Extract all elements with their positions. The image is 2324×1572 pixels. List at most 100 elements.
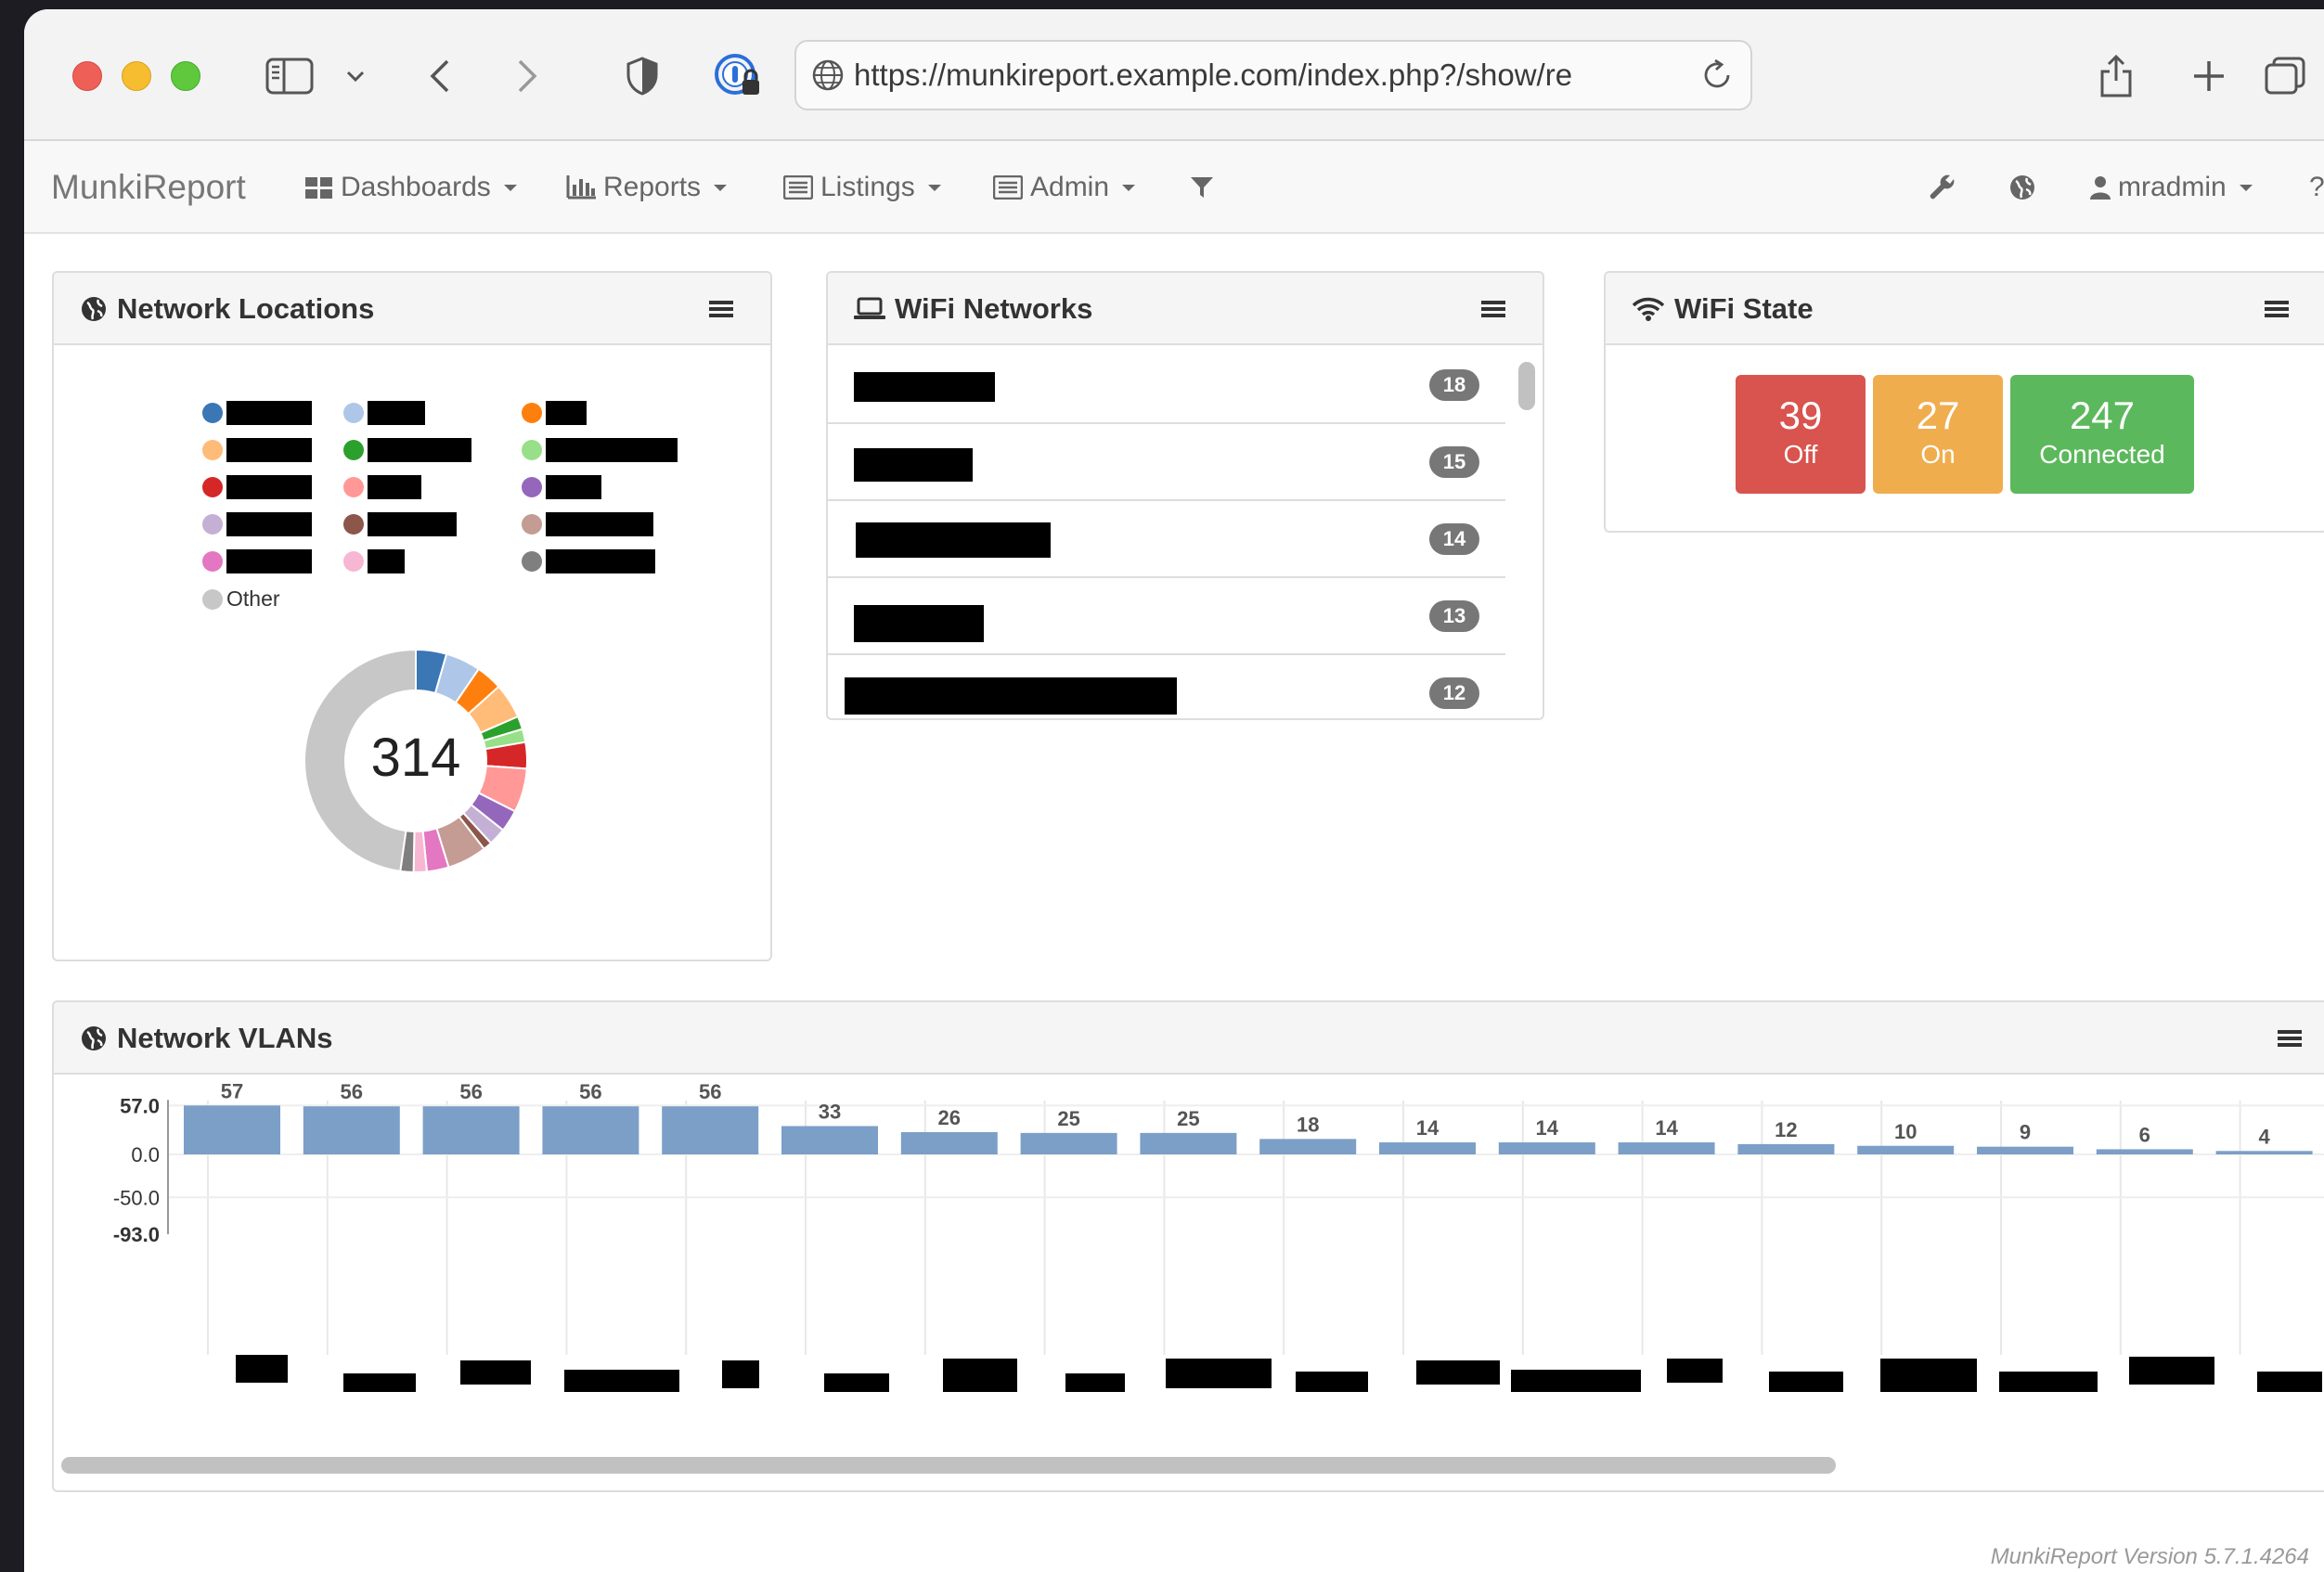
list-item[interactable]: 12 xyxy=(828,655,1505,718)
nav-admin-label: Admin xyxy=(1030,172,1110,202)
legend-item xyxy=(202,512,312,536)
filter-icon[interactable] xyxy=(1190,141,1214,234)
close-window-button[interactable] xyxy=(72,61,102,91)
bar[interactable] xyxy=(1140,1132,1237,1154)
legend-dot xyxy=(343,403,364,423)
bar[interactable] xyxy=(1977,1146,2073,1154)
list-item[interactable]: 14 xyxy=(828,501,1505,578)
wifi-state-on-button[interactable]: 27 On xyxy=(1873,375,2003,494)
chevron-down-icon[interactable] xyxy=(342,54,369,98)
legend-item xyxy=(343,512,457,536)
nav-reports[interactable]: Reports xyxy=(566,141,728,234)
vlan-bar-chart: 57.0 0.0 -50.0 -93.0 57 56 56 56 56 33 26 25 25 18 14 1… xyxy=(113,1079,2324,1392)
legend-item-other: Other xyxy=(202,586,280,612)
legend-dot xyxy=(202,588,223,610)
redacted-x-label xyxy=(2129,1357,2214,1385)
list-icon[interactable] xyxy=(709,301,733,321)
privacy-shield-icon[interactable] xyxy=(624,54,661,98)
panel-title: Network Locations xyxy=(80,273,374,345)
brand-logo[interactable]: MunkiReport xyxy=(51,141,246,234)
redacted-x-label xyxy=(343,1373,416,1392)
legend-item xyxy=(522,512,653,536)
help-link[interactable]: ? xyxy=(2309,141,2324,234)
list-icon[interactable] xyxy=(2278,1030,2302,1050)
bar[interactable] xyxy=(422,1106,520,1154)
app-navbar: MunkiReport Dashboards Reports Listings … xyxy=(24,141,2324,234)
bar[interactable] xyxy=(1379,1142,1476,1154)
tab-overview-icon[interactable] xyxy=(2261,54,2309,98)
panel-heading: WiFi State xyxy=(1606,273,2324,345)
nav-dashboards-label: Dashboards xyxy=(341,172,491,202)
version-footer: MunkiReport Version 5.7.1.4264 xyxy=(1990,1544,2309,1569)
bar-value-label: 9 xyxy=(2020,1121,2031,1144)
reload-icon[interactable] xyxy=(1700,57,1734,97)
horizontal-scrollbar-thumb[interactable] xyxy=(61,1457,1836,1474)
count-badge: 12 xyxy=(1429,677,1479,709)
bar[interactable] xyxy=(184,1105,280,1154)
new-tab-icon[interactable] xyxy=(2188,54,2229,98)
bar-value-label: 6 xyxy=(2139,1123,2150,1146)
globe-icon xyxy=(82,297,106,321)
bar[interactable] xyxy=(542,1106,639,1154)
forward-arrow-icon[interactable] xyxy=(509,54,546,98)
network-locations-panel: Network Locations Other 314 xyxy=(52,271,772,961)
bar-value-label: 56 xyxy=(341,1080,363,1103)
redacted-label xyxy=(368,549,405,573)
wifi-state-connected-button[interactable]: 247 Connected xyxy=(2010,375,2194,494)
user-menu[interactable]: mradmin xyxy=(2090,141,2253,234)
bar[interactable] xyxy=(1618,1142,1715,1154)
redacted-label xyxy=(368,512,457,536)
state-count: 39 xyxy=(1778,393,1823,437)
bar[interactable] xyxy=(781,1126,878,1154)
list-item[interactable]: 15 xyxy=(828,424,1505,501)
bar[interactable] xyxy=(303,1106,400,1154)
redacted-label xyxy=(368,475,421,499)
legend-item xyxy=(522,475,601,499)
list-icon[interactable] xyxy=(2265,301,2289,321)
list-item[interactable]: 13 xyxy=(828,578,1505,655)
bar[interactable] xyxy=(900,1131,998,1154)
bar[interactable] xyxy=(1857,1145,1955,1154)
redacted-x-label xyxy=(1769,1372,1843,1392)
wifi-icon xyxy=(1632,297,1665,321)
donut-chart: 314 xyxy=(303,648,528,873)
bar[interactable] xyxy=(1259,1139,1357,1154)
bar-value-label: 56 xyxy=(699,1080,721,1103)
count-badge: 14 xyxy=(1429,523,1479,555)
legend-item xyxy=(343,438,471,462)
bar[interactable] xyxy=(1498,1142,1595,1154)
redacted-x-label xyxy=(943,1359,1017,1392)
bar[interactable] xyxy=(1737,1143,1835,1154)
back-arrow-icon[interactable] xyxy=(421,54,458,98)
caret-down-icon xyxy=(1122,184,1136,191)
legend-dot xyxy=(202,403,223,423)
nav-admin[interactable]: Admin xyxy=(993,141,1136,234)
language-globe-icon[interactable] xyxy=(2008,141,2036,234)
zoom-window-button[interactable] xyxy=(171,61,200,91)
legend-item xyxy=(202,401,312,425)
state-label: Off xyxy=(1783,440,1818,469)
redacted-x-label xyxy=(1999,1372,2098,1392)
legend-item xyxy=(522,401,587,425)
bar[interactable] xyxy=(1020,1132,1117,1154)
share-icon[interactable] xyxy=(2096,54,2137,98)
nav-dashboards[interactable]: Dashboards xyxy=(305,141,517,234)
scrollbar-thumb[interactable] xyxy=(1518,362,1535,410)
minimize-window-button[interactable] xyxy=(122,61,151,91)
wrench-icon[interactable] xyxy=(1929,141,1956,234)
wifi-state-off-button[interactable]: 39 Off xyxy=(1736,375,1866,494)
list-item[interactable]: 18 xyxy=(828,347,1505,424)
sidebar-toggle-icon[interactable] xyxy=(264,54,316,98)
bar-value-label: 18 xyxy=(1297,1113,1319,1136)
panel-title: Network VLANs xyxy=(80,1002,333,1075)
bar[interactable] xyxy=(2215,1151,2313,1154)
browser-toolbar: https://munkireport.example.com/index.ph… xyxy=(24,9,2324,141)
password-manager-icon[interactable] xyxy=(713,54,763,98)
nav-listings[interactable]: Listings xyxy=(783,141,941,234)
wifi-network-list[interactable]: 18 15 14 13 12 xyxy=(828,347,1543,718)
bar[interactable] xyxy=(2096,1149,2193,1154)
address-bar[interactable]: https://munkireport.example.com/index.ph… xyxy=(794,40,1752,110)
bar[interactable] xyxy=(662,1106,759,1154)
redacted-label xyxy=(546,401,587,425)
list-icon[interactable] xyxy=(1481,301,1505,321)
